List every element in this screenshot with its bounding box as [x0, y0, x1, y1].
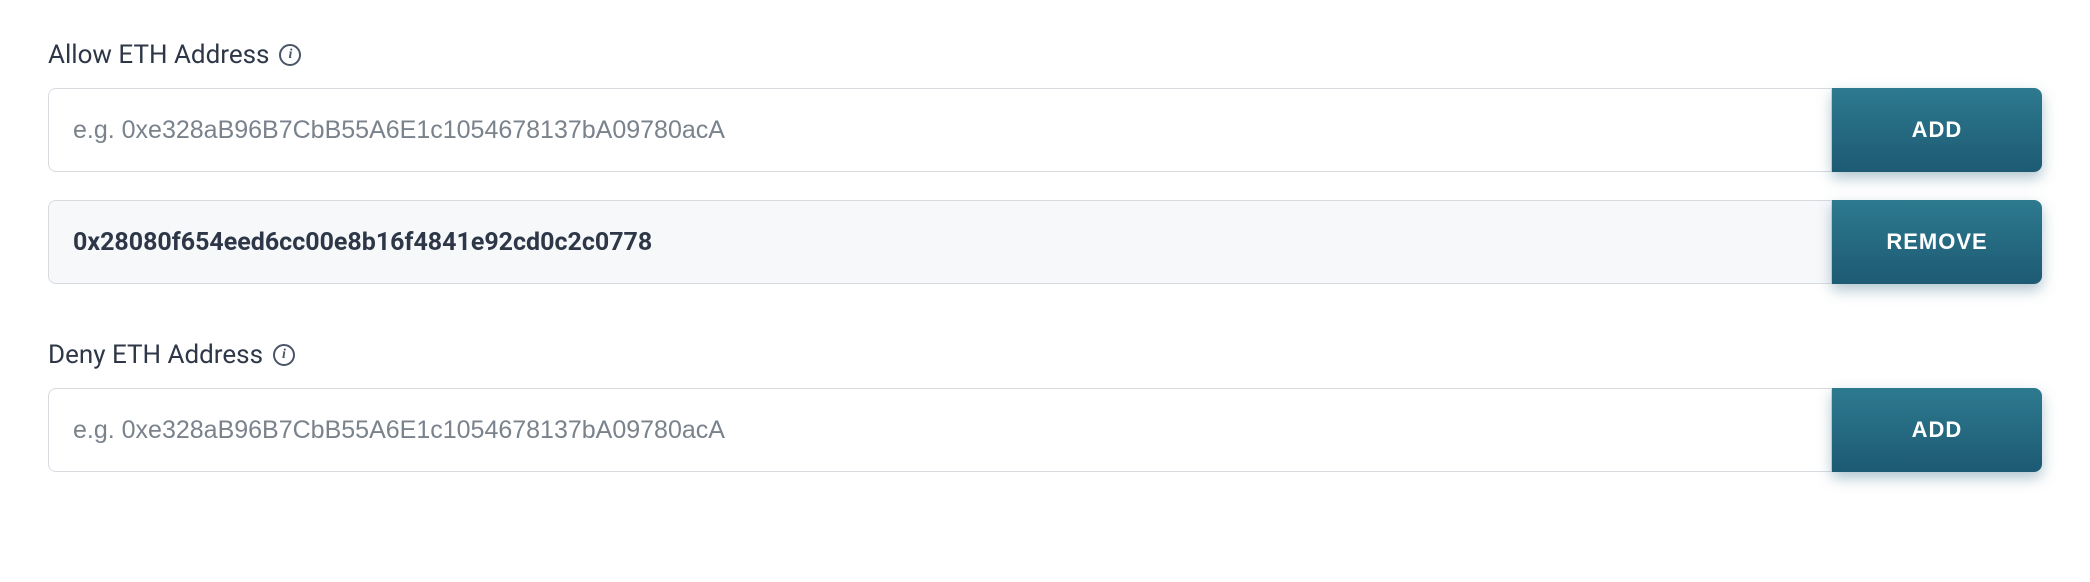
deny-eth-section: Deny ETH Address i ADD	[48, 340, 2042, 472]
deny-eth-label: Deny ETH Address i	[48, 340, 2042, 370]
deny-eth-input[interactable]	[48, 388, 1832, 472]
allow-eth-input-row: ADD	[48, 88, 2042, 172]
deny-eth-input-row: ADD	[48, 388, 2042, 472]
allow-eth-section: Allow ETH Address i ADD 0x28080f654eed6c…	[48, 40, 2042, 284]
allow-eth-label: Allow ETH Address i	[48, 40, 2042, 70]
allow-eth-label-text: Allow ETH Address	[48, 40, 269, 70]
allow-eth-add-button[interactable]: ADD	[1832, 88, 2042, 172]
allow-eth-entry-address: 0x28080f654eed6cc00e8b16f4841e92cd0c2c07…	[48, 200, 1832, 284]
allow-eth-input[interactable]	[48, 88, 1832, 172]
deny-eth-label-text: Deny ETH Address	[48, 340, 263, 370]
allow-eth-remove-button[interactable]: REMOVE	[1832, 200, 2042, 284]
allow-eth-entry-row: 0x28080f654eed6cc00e8b16f4841e92cd0c2c07…	[48, 200, 2042, 284]
info-icon[interactable]: i	[279, 44, 301, 66]
deny-eth-add-button[interactable]: ADD	[1832, 388, 2042, 472]
info-icon[interactable]: i	[273, 344, 295, 366]
